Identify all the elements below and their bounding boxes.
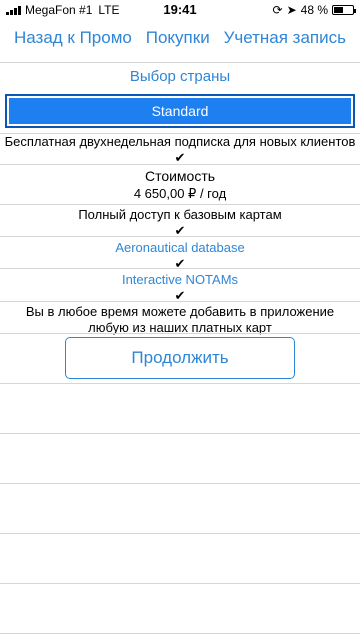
check-icon: ✔: [174, 256, 186, 271]
feature-trial-text: Бесплатная двухнедельная подписка для но…: [4, 134, 356, 149]
plan-button-label: Standard: [9, 98, 351, 124]
location-arrow-icon: ➤: [286, 3, 297, 17]
country-select-link[interactable]: Выбор страны: [0, 68, 360, 85]
battery-icon: [332, 5, 356, 15]
divider: [0, 383, 360, 384]
divider: [0, 433, 360, 434]
divider: [0, 483, 360, 484]
account-button[interactable]: Учетная запись: [224, 28, 346, 58]
plan-standard-button[interactable]: Standard: [5, 94, 355, 128]
cost-value: 4 650,00 ₽ / год: [133, 186, 227, 201]
divider: [0, 301, 360, 302]
feature-add-maps: Вы в любое время можете добавить в прило…: [0, 304, 360, 336]
interactive-notams-link[interactable]: Interactive NOTAMs: [122, 272, 238, 287]
feature-base-maps-text: Полный доступ к базовым картам: [78, 207, 282, 222]
divider: [0, 633, 360, 634]
battery-fill: [334, 7, 343, 13]
status-right: ⟳ ➤ 48 %: [272, 3, 356, 17]
add-maps-line1: Вы в любое время можете добавить в прило…: [25, 304, 335, 319]
divider: [0, 62, 360, 63]
feature-cost: Стоимость 4 650,00 ₽ / год: [0, 168, 360, 202]
divider: [0, 583, 360, 584]
cost-title: Стоимость: [144, 168, 216, 184]
lock-rotation-icon: ⟳: [272, 3, 283, 17]
status-bar: MegaFon #1 LTE 19:41 ⟳ ➤ 48 %: [0, 0, 360, 20]
divider: [0, 236, 360, 237]
battery-percent: 48 %: [300, 3, 328, 17]
top-nav: Назад к Промо Покупки Учетная запись: [0, 28, 360, 58]
feature-notams: Interactive NOTAMs ✔: [0, 272, 360, 304]
divider: [0, 333, 360, 334]
back-to-promo-button[interactable]: Назад к Промо: [14, 28, 132, 58]
continue-button[interactable]: Продолжить: [65, 337, 295, 379]
feature-trial: Бесплатная двухнедельная подписка для но…: [0, 134, 360, 166]
divider: [0, 164, 360, 165]
feature-base-maps: Полный доступ к базовым картам ✔: [0, 207, 360, 239]
divider: [0, 533, 360, 534]
divider: [0, 204, 360, 205]
divider: [0, 268, 360, 269]
purchases-button[interactable]: Покупки: [146, 28, 210, 58]
aeronautical-database-link[interactable]: Aeronautical database: [115, 240, 244, 255]
